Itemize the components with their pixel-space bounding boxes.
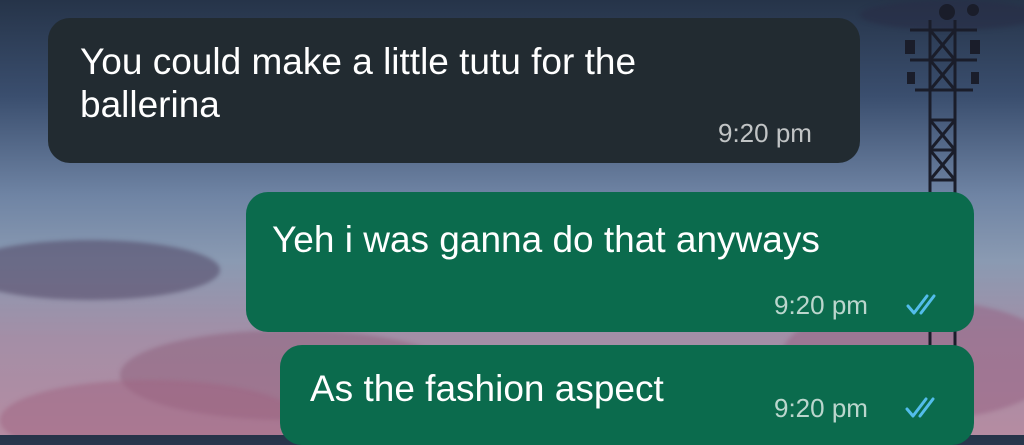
message-timestamp: 9:20 pm [774, 393, 868, 423]
message-timestamp: 9:20 pm [774, 290, 868, 320]
double-check-icon [906, 294, 936, 315]
message-text: As the fashion aspect [310, 368, 664, 409]
message-timestamp: 9:20 pm [718, 118, 812, 148]
double-check-icon [905, 397, 935, 418]
message-bubble-outgoing[interactable]: Yeh i was ganna do that anyways 9:20 pm [246, 192, 974, 332]
message-bubble-outgoing[interactable]: As the fashion aspect 9:20 pm [280, 345, 974, 445]
message-text: Yeh i was ganna do that anyways [272, 219, 820, 260]
message-text: You could make a little tutu for the bal… [80, 41, 637, 125]
message-bubble-incoming[interactable]: You could make a little tutu for the bal… [48, 18, 860, 163]
